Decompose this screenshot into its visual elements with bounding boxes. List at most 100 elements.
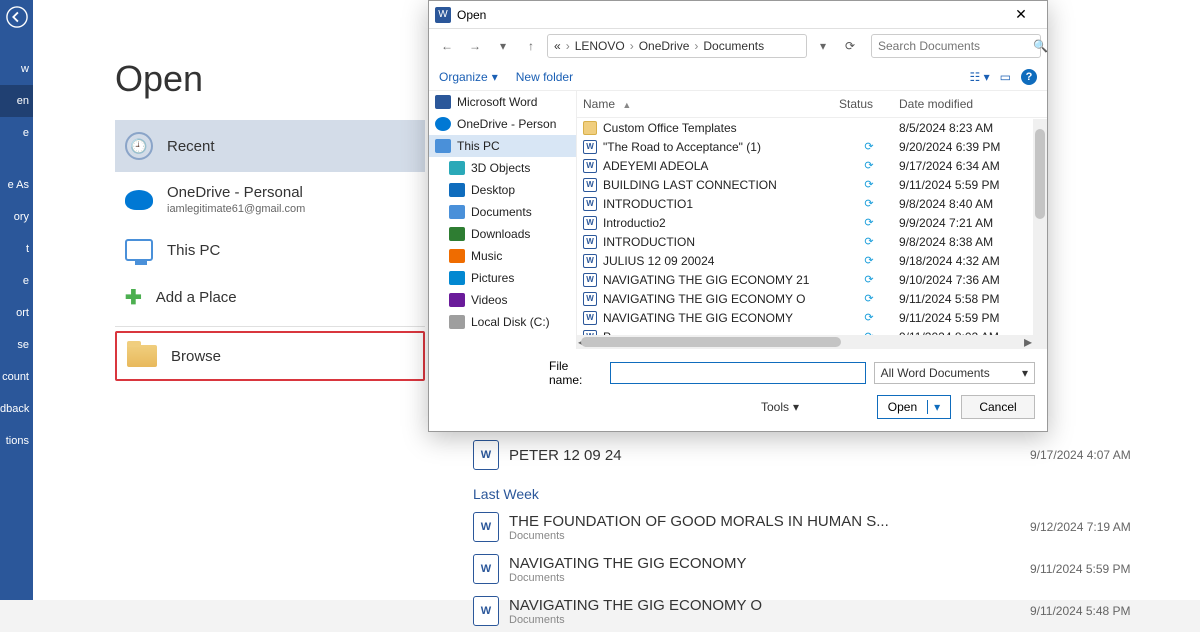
- recent-doc-row[interactable]: WNAVIGATING THE GIG ECONOMYDocuments9/11…: [473, 548, 1170, 590]
- backstage-item[interactable]: dback: [0, 393, 33, 425]
- backstage-item[interactable]: [0, 33, 33, 53]
- col-status[interactable]: Status: [839, 97, 899, 111]
- breadcrumb[interactable]: «›LENOVO›OneDrive›Documents: [547, 34, 807, 58]
- tools-button[interactable]: Tools ▾: [761, 400, 799, 414]
- search-input[interactable]: [878, 39, 1033, 53]
- tree-item[interactable]: Downloads: [429, 223, 576, 245]
- recent-doc-name: THE FOUNDATION OF GOOD MORALS IN HUMAN S…: [509, 513, 889, 530]
- backstage-item[interactable]: e As: [0, 169, 33, 201]
- tree-item[interactable]: Local Disk (C:): [429, 311, 576, 333]
- horizontal-scrollbar[interactable]: ◂▸: [577, 335, 1033, 349]
- help-icon[interactable]: ?: [1021, 69, 1037, 85]
- backstage-item[interactable]: se: [0, 329, 33, 361]
- backstage-item[interactable]: e: [0, 265, 33, 297]
- breadcrumb-segment[interactable]: Documents: [703, 39, 764, 53]
- breadcrumb-segment[interactable]: OneDrive: [639, 39, 690, 53]
- sync-status-icon: ⟳: [839, 311, 899, 324]
- tree-item[interactable]: OneDrive - Person: [429, 113, 576, 135]
- wordapp-icon: [435, 95, 451, 109]
- place-onedrive[interactable]: OneDrive - Personaliamlegitimate61@gmail…: [115, 172, 425, 227]
- backstage-item[interactable]: w: [0, 53, 33, 85]
- file-date: 9/11/2024 5:59 PM: [899, 311, 1029, 325]
- tree-item-label: Pictures: [471, 271, 514, 285]
- backstage-item[interactable]: ort: [0, 297, 33, 329]
- preview-pane-button[interactable]: ▭: [1000, 70, 1011, 84]
- recent-doc-row[interactable]: W THE FOUNDATION OF GOOD MORALS IN HUMAN …: [473, 506, 1170, 548]
- nav-back-button[interactable]: ←: [435, 34, 459, 58]
- place-label: This PC: [167, 242, 220, 259]
- tree-item[interactable]: This PC: [429, 135, 576, 157]
- place-addplace[interactable]: ✚Add a Place: [115, 273, 425, 322]
- backstage-item[interactable]: e: [0, 117, 33, 149]
- file-row[interactable]: WIntroductio2⟳9/9/2024 7:21 AM: [577, 213, 1047, 232]
- tree-item[interactable]: Pictures: [429, 267, 576, 289]
- file-row[interactable]: WJULIUS 12 09 20024⟳9/18/2024 4:32 AM: [577, 251, 1047, 270]
- recent-doc-name: NAVIGATING THE GIG ECONOMY O: [509, 597, 762, 614]
- tree-item[interactable]: Music: [429, 245, 576, 267]
- back-arrow[interactable]: [0, 0, 33, 33]
- file-row[interactable]: WINTRODUCTIO1⟳9/8/2024 8:40 AM: [577, 194, 1047, 213]
- refresh-button[interactable]: ⟳: [839, 39, 861, 53]
- open-dialog: W Open ✕ ← → ▾ ↑ «›LENOVO›OneDrive›Docum…: [428, 0, 1048, 432]
- file-row[interactable]: WBUILDING LAST CONNECTION⟳9/11/2024 5:59…: [577, 175, 1047, 194]
- word-doc-icon: W: [583, 178, 597, 192]
- file-row[interactable]: WP⟳9/11/2024 8:02 AM: [577, 327, 1047, 335]
- nav-fwd-button[interactable]: →: [463, 34, 487, 58]
- place-thispc[interactable]: This PC: [115, 227, 425, 273]
- backstage-item[interactable]: tions: [0, 425, 33, 457]
- tree-item[interactable]: Videos: [429, 289, 576, 311]
- file-list: Name ▲ Status Date modified Custom Offic…: [577, 91, 1047, 349]
- place-recent[interactable]: 🕘Recent: [115, 120, 425, 172]
- open-split-drop[interactable]: ▾: [927, 400, 940, 414]
- file-row[interactable]: WINTRODUCTION⟳9/8/2024 8:38 AM: [577, 232, 1047, 251]
- search-box[interactable]: 🔍: [871, 34, 1041, 58]
- close-button[interactable]: ✕: [1001, 6, 1041, 23]
- col-modified[interactable]: Date modified: [899, 97, 1029, 111]
- recent-group-label: Last Week: [473, 476, 1170, 506]
- cancel-button[interactable]: Cancel: [961, 395, 1035, 419]
- tree-item[interactable]: Microsoft Word: [429, 91, 576, 113]
- filetype-select[interactable]: All Word Documents ▾: [874, 362, 1035, 384]
- tree-item-label: This PC: [457, 139, 500, 153]
- backstage-item[interactable]: en: [0, 85, 33, 117]
- recent-doc-sub: Documents: [509, 530, 889, 542]
- word-doc-icon: W: [473, 512, 499, 542]
- nav-history-button[interactable]: ▾: [491, 34, 515, 58]
- nav-up-button[interactable]: ↑: [519, 34, 543, 58]
- backstage-item[interactable]: count: [0, 361, 33, 393]
- sort-asc-icon: ▲: [618, 100, 631, 110]
- file-name: INTRODUCTIO1: [603, 197, 693, 211]
- col-name[interactable]: Name ▲: [583, 97, 839, 111]
- file-row[interactable]: W"The Road to Acceptance" (1)⟳9/20/2024 …: [577, 137, 1047, 156]
- file-name: JULIUS 12 09 20024: [603, 254, 714, 268]
- filename-input[interactable]: [610, 362, 866, 384]
- recent-doc-row[interactable]: WNAVIGATING THE GIG ECONOMY ODocuments9/…: [473, 590, 1170, 632]
- desktop-icon: [449, 183, 465, 197]
- place-browse[interactable]: Browse: [115, 331, 425, 381]
- organize-button[interactable]: Organize ▾: [439, 70, 498, 84]
- place-label: OneDrive - Personal: [167, 184, 305, 201]
- place-label: Add a Place: [156, 289, 237, 306]
- tree-item[interactable]: Desktop: [429, 179, 576, 201]
- tree-item[interactable]: 3D Objects: [429, 157, 576, 179]
- breadcrumb-segment[interactable]: «: [554, 39, 561, 53]
- file-row[interactable]: WNAVIGATING THE GIG ECONOMY O⟳9/11/2024 …: [577, 289, 1047, 308]
- new-folder-button[interactable]: New folder: [516, 70, 573, 84]
- backstage-item[interactable]: t: [0, 233, 33, 265]
- open-button[interactable]: Open ▾: [877, 395, 951, 419]
- breadcrumb-segment[interactable]: LENOVO: [575, 39, 625, 53]
- file-row[interactable]: Custom Office Templates8/5/2024 8:23 AM: [577, 118, 1047, 137]
- file-row[interactable]: WNAVIGATING THE GIG ECONOMY 21⟳9/10/2024…: [577, 270, 1047, 289]
- backstage-item[interactable]: ory: [0, 201, 33, 233]
- tree-item[interactable]: Documents: [429, 201, 576, 223]
- breadcrumb-drop-button[interactable]: ▾: [811, 34, 835, 58]
- file-row[interactable]: WNAVIGATING THE GIG ECONOMY⟳9/11/2024 5:…: [577, 308, 1047, 327]
- file-date: 9/10/2024 7:36 AM: [899, 273, 1029, 287]
- tree-item-label: Microsoft Word: [457, 95, 537, 109]
- view-button[interactable]: ☷ ▾: [970, 70, 990, 84]
- sync-status-icon: ⟳: [839, 197, 899, 210]
- file-row[interactable]: WADEYEMI ADEOLA⟳9/17/2024 6:34 AM: [577, 156, 1047, 175]
- recent-doc-row[interactable]: WPETER 12 09 249/17/2024 4:07 AM: [473, 434, 1170, 476]
- vertical-scrollbar[interactable]: [1033, 119, 1047, 349]
- folder-tree: Microsoft Word OneDrive - Person This PC 3D…: [429, 91, 577, 349]
